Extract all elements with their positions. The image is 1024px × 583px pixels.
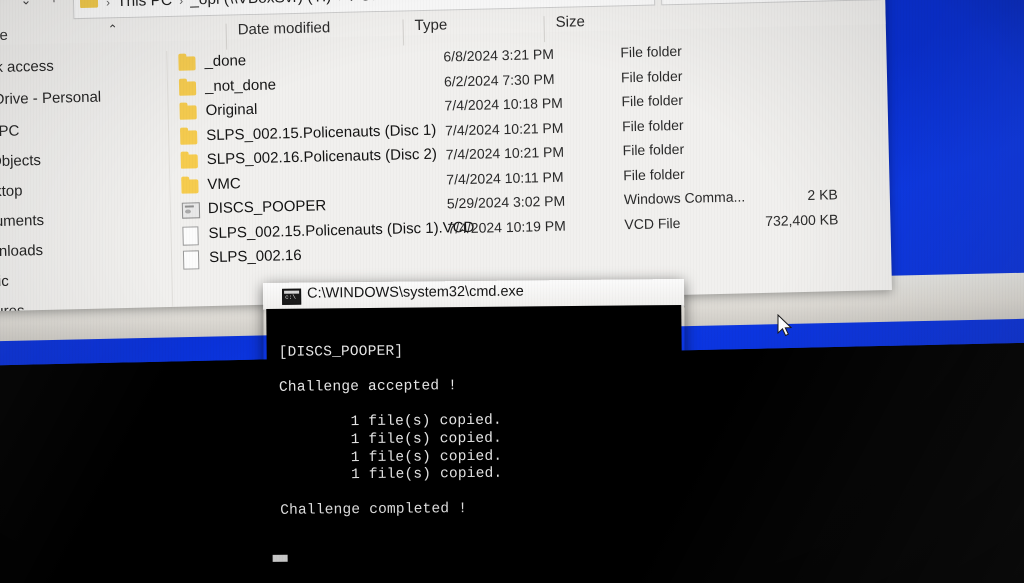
file-name: _not_done: [204, 75, 277, 95]
file-type: File folder: [621, 116, 684, 134]
file-type: File folder: [623, 165, 685, 183]
file-icon: [182, 225, 199, 246]
file-explorer-window: ⌄ ↑ › This PC › _opl (\\VBoxSvr) (Y:) › …: [0, 0, 893, 312]
up-arrow-icon[interactable]: ↑: [43, 0, 66, 9]
command-prompt-window: C:\WINDOWS\system32\cmd.exe [DISCS_POOPE…: [263, 278, 687, 583]
file-date-modified: 7/4/2024 10:21 PM: [444, 119, 564, 138]
sidebar-item-music[interactable]: Music: [0, 273, 9, 291]
column-header-date-modified[interactable]: Date modified: [238, 19, 331, 38]
photographed-screen: ⌄ ↑ › This PC › _opl (\\VBoxSvr) (Y:) › …: [0, 0, 1024, 583]
console-line: 1 file(s) copied.: [279, 430, 503, 449]
console-line: [DISCS_POOPER]: [278, 343, 404, 361]
file-size: 2 KB: [807, 186, 838, 203]
console-line: Challenge completed !: [280, 501, 468, 520]
folder-icon: [181, 178, 199, 194]
navigation-pane: Quick access OneDrive - Personal This PC 3D…: [0, 55, 172, 312]
file-date-modified: 6/8/2024 3:21 PM: [443, 45, 555, 65]
breadcrumb-item-2[interactable]: POPS: [349, 0, 392, 6]
sidebar-item-3d-objects[interactable]: 3D Objects: [0, 152, 41, 171]
folder-icon: [178, 56, 196, 71]
file-name: DISCS_POOPER: [207, 197, 327, 218]
sidebar-item-desktop[interactable]: Desktop: [0, 182, 23, 200]
folder-icon: [79, 0, 99, 9]
sidebar-item-onedrive-personal[interactable]: OneDrive - Personal: [0, 89, 101, 109]
folder-icon: [180, 129, 198, 145]
file-date-modified: 5/29/2024 3:02 PM: [446, 192, 566, 212]
file-name: SLPS_002.15.Policenauts (Disc 1).VCD: [208, 218, 475, 242]
file-name: SLPS_002.16.Policenauts (Disc 2): [206, 145, 438, 169]
file-name: Original: [205, 100, 258, 120]
sidebar-item-downloads[interactable]: Downloads: [0, 242, 43, 261]
folder-icon: [179, 105, 197, 120]
mouse-cursor: [777, 314, 793, 337]
file-type: File folder: [622, 140, 685, 159]
breadcrumb-separator-1: ›: [178, 0, 184, 8]
file-name: _done: [204, 52, 247, 71]
column-header-type[interactable]: Type: [414, 16, 447, 34]
file-list: _done 6/8/2024 3:21 PM File folder _not_don…: [168, 36, 892, 307]
file-name: SLPS_002.15.Policenauts (Disc 1): [205, 121, 437, 144]
console-line: 1 file(s) copied.: [279, 413, 502, 432]
file-name: SLPS_002.16: [208, 246, 302, 267]
file-date-modified: 7/4/2024 10:18 PM: [444, 94, 564, 114]
breadcrumb-separator-0: ›: [105, 0, 111, 10]
breadcrumb-separator-2: ›: [338, 0, 342, 4]
console-line: 1 file(s) copied.: [279, 465, 503, 485]
file-type: File folder: [621, 91, 684, 110]
breadcrumb-item-1[interactable]: _opl (\\VBoxSvr) (Y:): [190, 0, 332, 9]
sidebar-item-quick-access[interactable]: Quick access: [0, 58, 54, 77]
file-type: File folder: [620, 42, 683, 61]
column-header-name[interactable]: Name: [0, 27, 8, 45]
file-size: 732,400 KB: [765, 210, 839, 229]
folder-icon: [178, 80, 197, 96]
column-header-size[interactable]: Size: [555, 13, 585, 31]
cmd-title-text: C:\WINDOWS\system32\cmd.exe: [307, 283, 524, 302]
sidebar-item-this-pc[interactable]: This PC: [0, 123, 20, 141]
file-name: VMC: [207, 174, 241, 193]
folder-icon: [180, 154, 198, 169]
sidebar-item-pictures[interactable]: Pictures: [0, 302, 25, 311]
sidebar-item-documents[interactable]: Documents: [0, 212, 44, 231]
breadcrumb: › This PC › _opl (\\VBoxSvr) (Y:) › POPS: [106, 0, 393, 14]
file-icon: [182, 250, 200, 270]
file-date-modified: 6/2/2024 7:30 PM: [443, 70, 555, 89]
breadcrumb-item-0[interactable]: This PC: [117, 0, 173, 11]
file-date-modified: 7/4/2024 10:21 PM: [445, 143, 565, 163]
batch-file-icon: [181, 202, 201, 219]
file-date-modified: 7/4/2024 10:11 PM: [446, 168, 564, 187]
back-chevron-icon[interactable]: ⌄: [17, 0, 35, 10]
sort-ascending-icon: ⌃: [107, 22, 118, 37]
file-date-modified: 7/4/2024 10:19 PM: [447, 217, 566, 236]
cmd-console-output[interactable]: [DISCS_POOPER] Challenge accepted ! 1 fil…: [266, 304, 684, 583]
file-type: File folder: [620, 67, 683, 85]
cmd-icon: [282, 288, 302, 305]
console-line: Challenge accepted !: [278, 378, 458, 397]
file-type: VCD File: [624, 214, 681, 232]
cmd-caret: [272, 554, 288, 562]
console-line: 1 file(s) copied.: [279, 448, 503, 467]
